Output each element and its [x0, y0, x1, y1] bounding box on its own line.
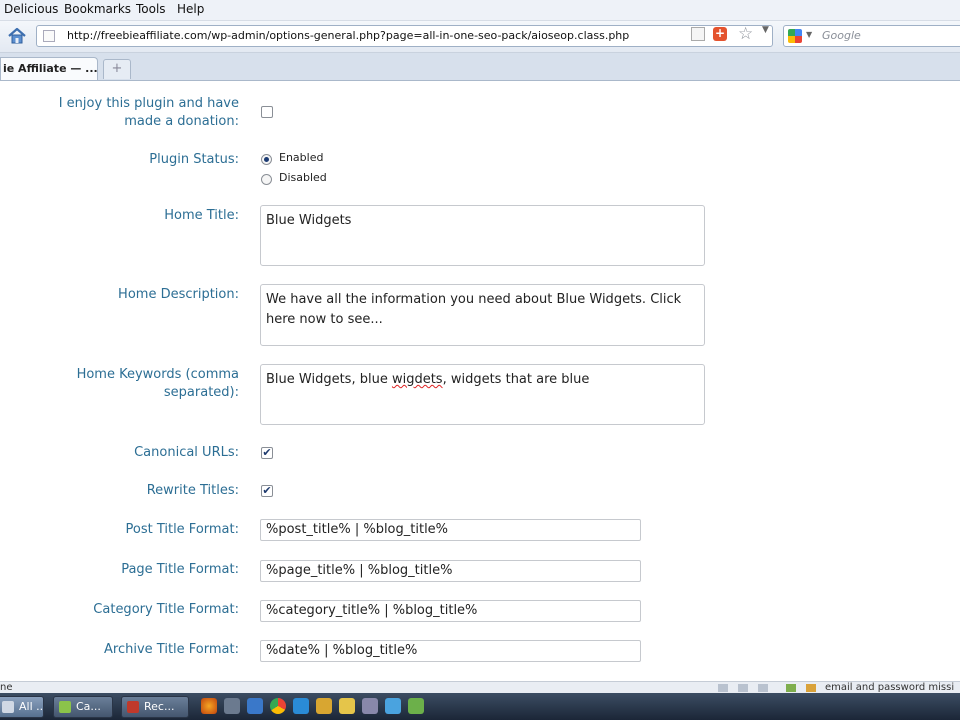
home-title-label: Home Title: — [164, 208, 239, 223]
navigation-bar: http://freebieaffiliate.com/wp-admin/opt… — [0, 21, 960, 53]
addon-status-icon[interactable] — [806, 684, 816, 692]
post-title-format-input[interactable]: %post_title% | %blog_title% — [260, 519, 641, 541]
donation-checkbox[interactable] — [261, 106, 273, 118]
menu-bookmarks[interactable]: Bookmarks — [64, 2, 131, 16]
addon-status-icon[interactable] — [786, 684, 796, 692]
search-engine-dropdown-icon[interactable]: ▼ — [806, 30, 812, 39]
misspelled-word: wigdets — [391, 372, 443, 387]
quicklaunch-icon[interactable] — [362, 698, 378, 714]
canonical-urls-label: Canonical URLs: — [134, 445, 239, 460]
page-favicon-icon — [43, 30, 55, 42]
tab-bar: ie Affiliate — ... + — [0, 53, 960, 81]
home-icon[interactable] — [6, 26, 28, 46]
taskbar-button-ca[interactable]: Ca... — [53, 696, 113, 718]
page-title-format-input[interactable]: %page_title% | %blog_title% — [260, 560, 641, 582]
url-dropdown-icon[interactable]: ▼ — [762, 25, 776, 39]
taskbar-button-rec[interactable]: Rec... — [121, 696, 189, 718]
archive-title-format-label: Archive Title Format: — [104, 642, 239, 657]
options-form: I enjoy this plugin and have made a dona… — [0, 81, 960, 687]
donation-label: I enjoy this plugin and have made a dona… — [58, 96, 239, 129]
quicklaunch-icon[interactable] — [339, 698, 355, 714]
app-icon — [59, 701, 71, 713]
record-icon — [127, 701, 139, 713]
home-keywords-label: Home Keywords (comma separated): — [76, 367, 239, 400]
status-enabled-radio[interactable] — [261, 154, 272, 165]
google-icon[interactable] — [788, 29, 802, 43]
menu-tools[interactable]: Tools — [136, 2, 166, 16]
home-description-field[interactable]: We have all the information you need abo… — [260, 284, 705, 346]
menu-bar: Delicious Bookmarks Tools Help — [0, 0, 960, 21]
quicklaunch-icon[interactable] — [316, 698, 332, 714]
page-title-format-label: Page Title Format: — [121, 562, 239, 577]
menu-delicious[interactable]: Delicious — [4, 2, 58, 16]
quicklaunch-icon[interactable] — [247, 698, 263, 714]
category-title-format-label: Category Title Format: — [93, 602, 239, 617]
canonical-urls-checkbox[interactable]: ✔ — [261, 447, 273, 459]
quicklaunch-icon[interactable] — [224, 698, 240, 714]
status-text: ne — [0, 682, 13, 693]
menu-help[interactable]: Help — [177, 2, 204, 16]
bookmark-star-icon[interactable]: ☆ — [738, 24, 756, 44]
window-icon — [2, 701, 14, 713]
rewrite-titles-label: Rewrite Titles: — [146, 483, 239, 498]
category-title-format-input[interactable]: %category_title% | %blog_title% — [260, 600, 641, 622]
archive-title-format-input[interactable]: %date% | %blog_title% — [260, 640, 641, 662]
quicklaunch-icon[interactable] — [408, 698, 424, 714]
status-icon — [738, 684, 748, 692]
search-placeholder: Google — [822, 29, 861, 42]
status-enabled-label: Enabled — [279, 151, 324, 164]
quicklaunch-icon[interactable] — [385, 698, 401, 714]
home-description-label: Home Description: — [118, 287, 239, 302]
home-keywords-field[interactable]: Blue Widgets, blue wigdets, widgets that… — [260, 364, 705, 425]
post-title-format-label: Post Title Format: — [125, 522, 239, 537]
addon-plus-icon[interactable]: + — [713, 27, 727, 41]
status-disabled-radio[interactable] — [261, 174, 272, 185]
status-disabled-label: Disabled — [279, 171, 327, 184]
rewrite-titles-checkbox[interactable]: ✔ — [261, 485, 273, 497]
home-title-field[interactable]: Blue Widgets — [260, 205, 705, 266]
status-icon — [718, 684, 728, 692]
tab-title: ie Affiliate — ... — [3, 62, 98, 75]
status-message: email and password missi — [825, 682, 955, 693]
taskbar-button-all[interactable]: All ... — [0, 696, 44, 718]
os-taskbar: All ... Ca... Rec... — [0, 693, 960, 720]
chrome-icon[interactable] — [270, 698, 286, 714]
new-tab-button[interactable]: + — [103, 59, 131, 79]
status-icon — [758, 684, 768, 692]
page-icon[interactable] — [691, 27, 705, 41]
firefox-icon[interactable] — [201, 698, 217, 714]
url-text: http://freebieaffiliate.com/wp-admin/opt… — [67, 29, 630, 42]
url-bar[interactable]: http://freebieaffiliate.com/wp-admin/opt… — [36, 25, 773, 47]
search-box[interactable]: ▼ Google — [783, 25, 960, 47]
plugin-status-label: Plugin Status: — [149, 152, 239, 167]
tab-active[interactable]: ie Affiliate — ... — [0, 57, 98, 80]
ie-icon[interactable] — [293, 698, 309, 714]
